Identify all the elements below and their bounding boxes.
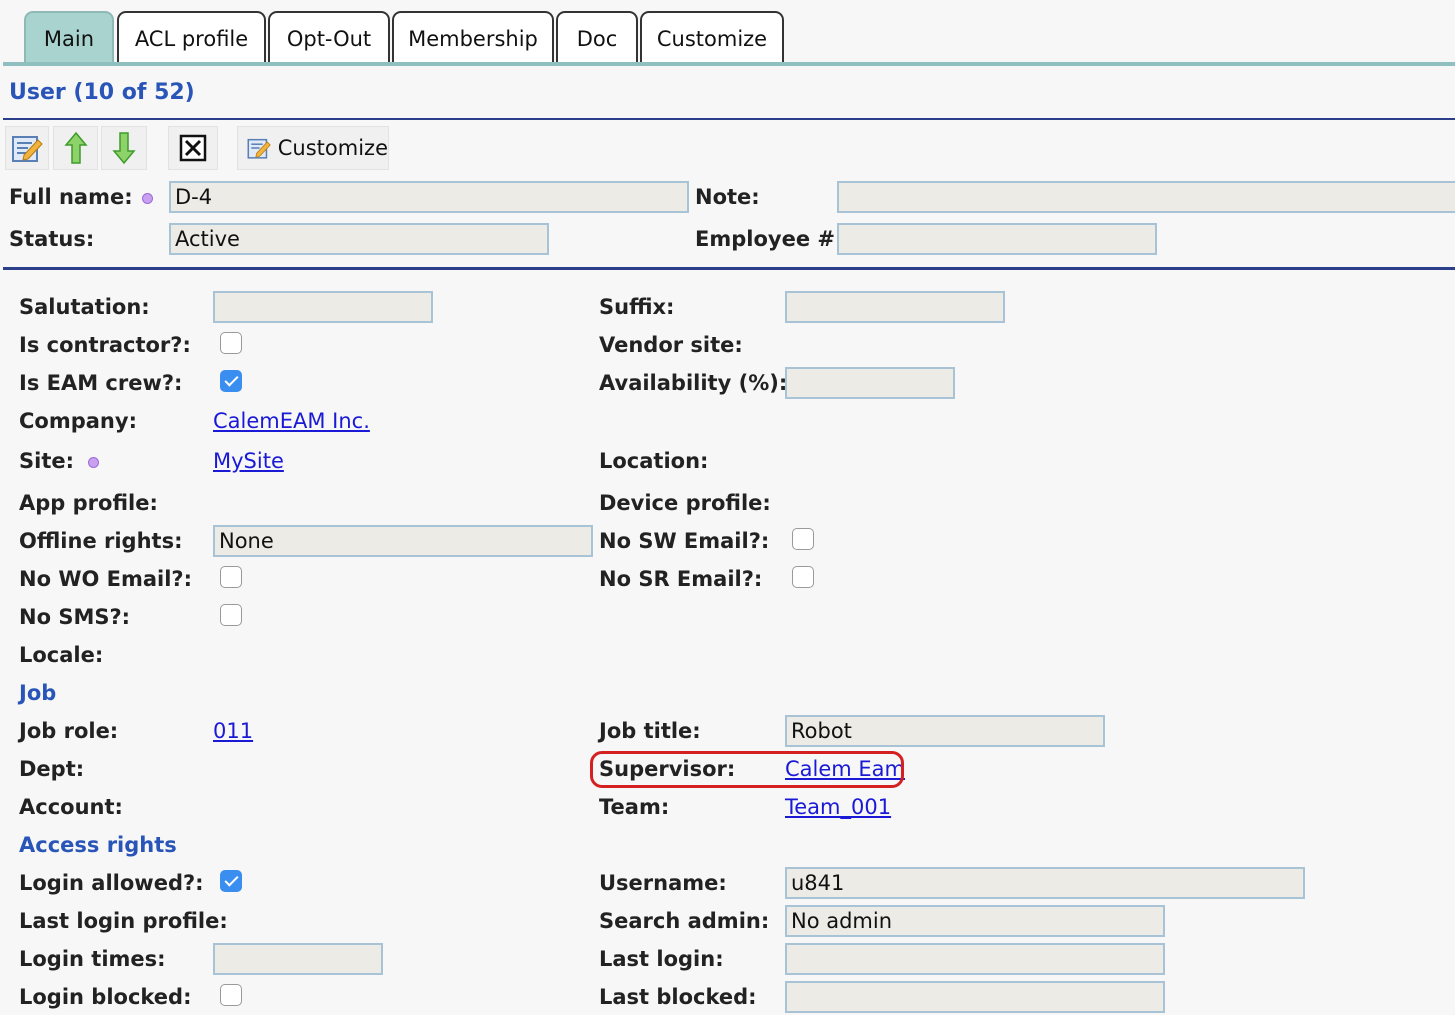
tab-underline [3,62,1455,66]
note-field[interactable] [837,181,1455,213]
device-profile-label: Device profile: [599,491,771,515]
job-title-field[interactable]: Robot [785,715,1105,747]
tab-opt-out[interactable]: Opt-Out [268,11,390,64]
note-label: Note: [695,185,760,209]
no-sms-checkbox[interactable] [220,604,242,626]
site-link[interactable]: MySite [213,449,284,473]
company-link[interactable]: CalemEAM Inc. [213,409,370,433]
arrow-down-icon [112,132,136,165]
is-eam-crew-checkbox[interactable] [220,370,242,392]
is-contractor-checkbox[interactable] [220,332,242,354]
last-login-profile-label: Last login profile: [19,909,228,933]
vendor-site-label: Vendor site: [599,333,743,357]
job-role-link[interactable]: 011 [213,719,253,743]
title-divider [3,118,1455,120]
site-label: Site: [19,449,75,473]
login-allowed-label: Login allowed?: [19,871,204,895]
close-icon [179,134,207,162]
no-sr-email-checkbox[interactable] [792,566,814,588]
supervisor-highlight [590,751,904,788]
previous-button[interactable] [53,126,98,170]
tab-bar: Main ACL profile Opt-Out Membership Doc … [0,0,1455,66]
full-name-field[interactable]: D-4 [169,181,689,213]
login-times-label: Login times: [19,947,166,971]
login-times-field[interactable] [213,943,383,975]
full-name-label: Full name: [9,185,133,209]
offline-rights-label: Offline rights: [19,529,183,553]
salutation-label: Salutation: [19,295,150,319]
login-allowed-checkbox[interactable] [220,870,242,892]
account-label: Account: [19,795,123,819]
no-sms-label: No SMS?: [19,605,131,629]
no-wo-email-label: No WO Email?: [19,567,193,591]
dept-label: Dept: [19,757,85,781]
required-indicator-icon [88,457,99,468]
last-blocked-label: Last blocked: [599,985,757,1009]
is-eam-crew-label: Is EAM crew?: [19,371,183,395]
search-admin-field[interactable]: No admin [785,905,1165,937]
app-profile-label: App profile: [19,491,158,515]
team-link[interactable]: Team_001 [785,795,891,819]
status-label: Status: [9,227,95,251]
company-label: Company: [19,409,137,433]
search-admin-label: Search admin: [599,909,770,933]
customize-button[interactable]: Customize [237,126,389,170]
edit-button[interactable] [5,126,49,170]
last-login-label: Last login: [599,947,724,971]
employee-field[interactable] [837,223,1157,255]
employee-label: Employee #: [695,227,844,251]
offline-rights-field[interactable]: None [213,525,593,557]
username-label: Username: [599,871,727,895]
locale-label: Locale: [19,643,104,667]
header-divider [3,267,1455,270]
required-indicator-icon [142,193,153,204]
no-sw-email-checkbox[interactable] [792,528,814,550]
arrow-up-icon [63,131,88,164]
no-sr-email-label: No SR Email?: [599,567,763,591]
customize-icon [247,138,271,159]
availability-label: Availability (%): [599,371,788,395]
access-rights-section-title: Access rights [19,833,177,857]
login-blocked-label: Login blocked: [19,985,192,1009]
tab-membership[interactable]: Membership [392,11,554,64]
location-label: Location: [599,449,709,473]
last-login-field[interactable] [785,943,1165,975]
last-blocked-field[interactable] [785,981,1165,1013]
edit-icon [12,136,43,162]
no-sw-email-label: No SW Email?: [599,529,770,553]
tab-customize[interactable]: Customize [640,11,784,64]
tab-main[interactable]: Main [24,11,114,64]
login-blocked-checkbox[interactable] [220,984,242,1006]
availability-field[interactable] [785,367,955,399]
team-label: Team: [599,795,670,819]
suffix-field[interactable] [785,291,1005,323]
job-title-label: Job title: [599,719,701,743]
no-wo-email-checkbox[interactable] [220,566,242,588]
suffix-label: Suffix: [599,295,675,319]
close-button[interactable] [168,126,218,170]
tab-doc[interactable]: Doc [556,11,638,64]
customize-label: Customize [277,136,388,160]
username-field[interactable]: u841 [785,867,1305,899]
is-contractor-label: Is contractor?: [19,333,191,357]
job-section-title: Job [19,681,57,705]
job-role-label: Job role: [19,719,119,743]
tab-acl-profile[interactable]: ACL profile [117,11,266,64]
salutation-field[interactable] [213,291,433,323]
next-button[interactable] [101,126,147,170]
page-title: User (10 of 52) [9,80,195,105]
status-field[interactable]: Active [169,223,549,255]
